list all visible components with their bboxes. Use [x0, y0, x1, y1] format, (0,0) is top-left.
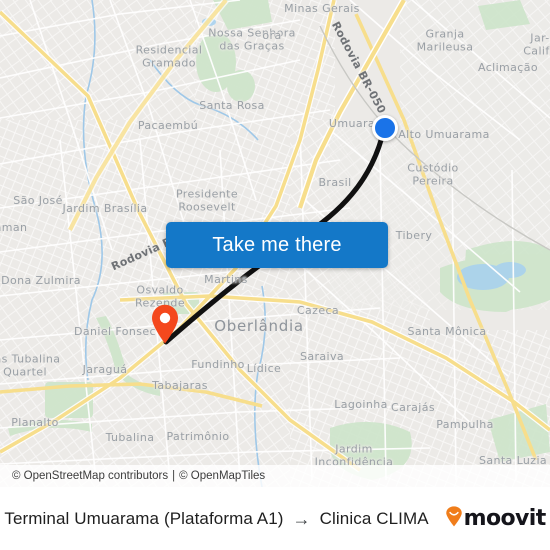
moovit-pin-icon: [445, 505, 463, 532]
attribution-osm[interactable]: © OpenStreetMap contributors: [12, 470, 168, 482]
map-attribution: © OpenStreetMap contributors | © OpenMap…: [0, 465, 550, 487]
attribution-openmaptiles[interactable]: © OpenMapTiles: [179, 470, 265, 482]
arrow-right-icon: →: [292, 508, 311, 529]
route-summary: Terminal Umuarama (Plataforma A1) → Clin…: [4, 509, 428, 529]
origin-dot[interactable]: [372, 115, 398, 141]
destination-pin[interactable]: [150, 304, 180, 344]
origin-stop-name: Terminal Umuarama (Plataforma A1): [4, 508, 284, 528]
footer-bar: Terminal Umuarama (Plataforma A1) → Clin…: [0, 487, 550, 550]
map-canvas[interactable]: Minas Gerais Nossa Senhora das Graças Gran…: [0, 0, 550, 487]
moovit-route-screenshot: Minas Gerais Nossa Senhora das Graças Gran…: [0, 0, 550, 550]
moovit-logo[interactable]: moovit: [445, 505, 547, 532]
attribution-separator: |: [172, 470, 176, 482]
destination-stop-name: Clinica CLIMA: [319, 508, 429, 528]
moovit-wordmark: moovit: [463, 505, 547, 531]
take-me-there-button[interactable]: Take me there: [166, 222, 388, 268]
